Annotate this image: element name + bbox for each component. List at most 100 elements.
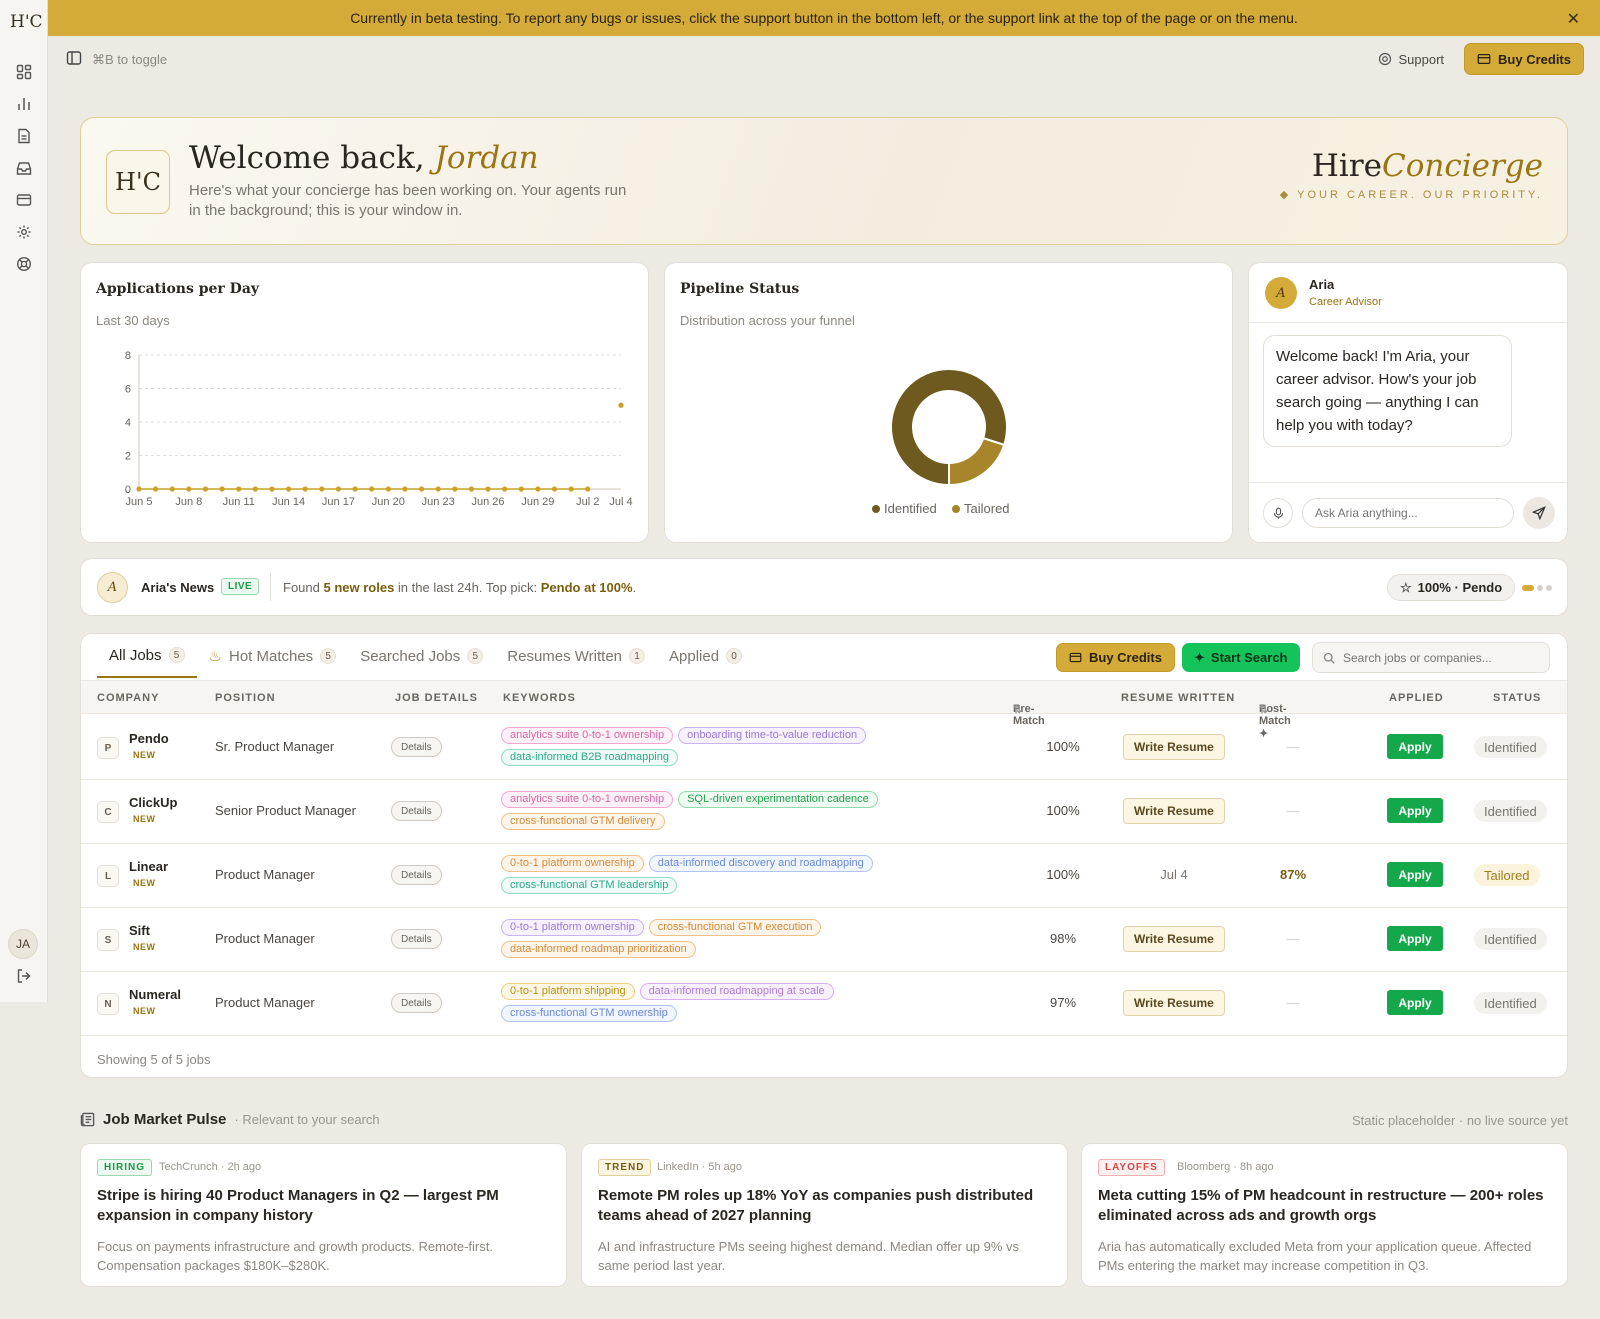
company-name[interactable]: Linear (129, 859, 168, 874)
new-badge: NEW (133, 750, 156, 760)
col-status: STATUS (1493, 692, 1542, 704)
write-resume-button[interactable]: Write Resume (1123, 990, 1225, 1016)
keyword-tag: cross-functional GTM delivery (501, 813, 665, 830)
monogram-logo: H'C (106, 150, 170, 214)
credit-card-icon (1477, 53, 1491, 65)
write-resume-button[interactable]: Write Resume (1123, 926, 1225, 952)
aria-news-label: Aria's News (141, 580, 215, 595)
chat-input[interactable] (1302, 498, 1514, 528)
news-headline: Found 5 new roles in the last 24h. Top p… (283, 580, 636, 595)
table-row: N Numeral NEW Product Manager Details 0-to-1 … (81, 971, 1567, 1036)
keyword-list: analytics suite 0-to-1 ownership onboardi… (501, 727, 941, 766)
keyword-tag: 0-to-1 platform ownership (501, 855, 644, 872)
buy-credits-button[interactable]: Buy Credits (1464, 43, 1584, 75)
legend-label: Tailored (964, 501, 1010, 516)
table-row: L Linear NEW Product Manager Details 0-to-1 p… (81, 843, 1567, 908)
sidebar-logo[interactable]: H'C (10, 12, 43, 32)
close-icon[interactable]: ✕ (1567, 9, 1580, 29)
data-point (418, 486, 425, 492)
search-icon (1323, 652, 1335, 664)
data-point (468, 486, 475, 492)
pulse-body: Focus on payments infrastructure and gro… (97, 1239, 493, 1273)
post-match-score: — (1286, 931, 1300, 946)
support-lifebuoy-icon[interactable] (12, 252, 36, 276)
pre-match-score: 98% (1049, 931, 1077, 946)
credit-card-icon[interactable] (12, 188, 36, 212)
data-point (252, 486, 258, 492)
x-tick-label: Jun 20 (372, 496, 405, 508)
data-point (568, 486, 574, 492)
tab-applied[interactable]: Applied 0 (657, 634, 754, 678)
y-tick-label: 8 (125, 350, 131, 362)
carousel-dot[interactable] (1537, 585, 1543, 591)
company-name[interactable]: Sift (129, 923, 150, 938)
buy-credits-button[interactable]: Buy Credits (1056, 643, 1175, 672)
carousel-dot[interactable] (1546, 585, 1552, 591)
keyword-list: 0-to-1 platform shipping data-informed ro… (501, 983, 941, 1022)
details-button[interactable]: Details (391, 737, 442, 757)
status-badge: Identified (1474, 800, 1547, 822)
legend-swatch (872, 505, 880, 513)
inbox-icon[interactable] (12, 156, 36, 180)
pulse-title: Job Market Pulse (103, 1111, 227, 1128)
apply-button[interactable]: Apply (1387, 734, 1443, 759)
settings-gear-icon[interactable] (12, 220, 36, 244)
company-initial: N (97, 993, 119, 1015)
dashboard-icon[interactable] (12, 60, 36, 84)
details-button[interactable]: Details (391, 865, 442, 885)
company-name[interactable]: ClickUp (129, 795, 177, 810)
pulse-card[interactable]: HIRING TechCrunch · 2h ago Stripe is hir… (80, 1143, 567, 1287)
user-avatar[interactable]: JA (8, 929, 38, 959)
company-initial: L (97, 865, 119, 887)
data-point (302, 486, 308, 492)
apply-button[interactable]: Apply (1387, 862, 1443, 887)
col-job-details: JOB DETAILS (395, 692, 478, 704)
pulse-source: LinkedIn · 5h ago (657, 1161, 743, 1173)
tab-all-jobs[interactable]: All Jobs 5 (97, 634, 197, 678)
keyword-tag: data-informed roadmap prioritization (501, 941, 696, 958)
details-button[interactable]: Details (391, 801, 442, 821)
company-name[interactable]: Numeral (129, 987, 181, 1002)
tab-searched-jobs[interactable]: Searched Jobs 5 (348, 634, 495, 678)
pulse-card[interactable]: TREND LinkedIn · 5h ago Remote PM roles … (581, 1143, 1068, 1287)
pre-match-score: 100% (1046, 867, 1080, 882)
write-resume-button[interactable]: Write Resume (1123, 798, 1225, 824)
tab-hot-matches[interactable]: ♨ Hot Matches 5 (197, 634, 349, 678)
write-resume-button[interactable]: Write Resume (1123, 734, 1225, 760)
data-point (369, 486, 375, 492)
start-search-button[interactable]: ✦ Start Search (1182, 643, 1300, 672)
document-icon[interactable] (12, 124, 36, 148)
post-match-score: — (1286, 803, 1300, 818)
pulse-card[interactable]: LAYOFFS Bloomberg · 8h ago Meta cutting … (1081, 1143, 1568, 1287)
analytics-icon[interactable] (12, 92, 36, 116)
x-tick-label: Jun 11 (223, 496, 255, 508)
company-name[interactable]: Pendo (129, 731, 169, 746)
send-icon[interactable] (1523, 497, 1555, 529)
data-point (319, 486, 325, 492)
keyword-tag: data-informed roadmapping at scale (639, 983, 834, 1000)
carousel-dot-active[interactable] (1522, 585, 1534, 591)
apply-button[interactable]: Apply (1387, 990, 1443, 1015)
post-match-score: — (1286, 995, 1300, 1010)
user-name: Jordan (434, 140, 539, 176)
apply-button[interactable]: Apply (1387, 926, 1443, 951)
apply-button[interactable]: Apply (1387, 798, 1443, 823)
aria-name: Aria (1309, 277, 1335, 292)
details-button[interactable]: Details (391, 993, 442, 1013)
sidebar-toggle-icon[interactable] (66, 50, 82, 69)
pulse-source: TechCrunch · 2h ago (159, 1161, 262, 1173)
layoffs-badge: LAYOFFS (1098, 1159, 1165, 1176)
lifebuoy-icon (1379, 52, 1392, 66)
support-link[interactable]: Support (1378, 52, 1444, 67)
table-row: S Sift NEW Product Manager Details 0-to-1 pla… (81, 907, 1567, 972)
carousel-dots[interactable] (1522, 585, 1552, 591)
keyword-list: 0-to-1 platform ownership data-informed d… (501, 855, 941, 894)
job-search-input[interactable] (1343, 648, 1543, 668)
microphone-icon[interactable] (1263, 498, 1293, 528)
top-pick-chip[interactable]: ☆ 100% · Pendo (1387, 574, 1516, 601)
logout-icon[interactable] (12, 964, 36, 988)
sidebar-toggle[interactable]: ⌘B to toggle (66, 50, 167, 69)
keyword-tag: SQL-driven experimentation cadence (678, 791, 878, 808)
details-button[interactable]: Details (391, 929, 442, 949)
tab-resumes-written[interactable]: Resumes Written 1 (495, 634, 657, 678)
